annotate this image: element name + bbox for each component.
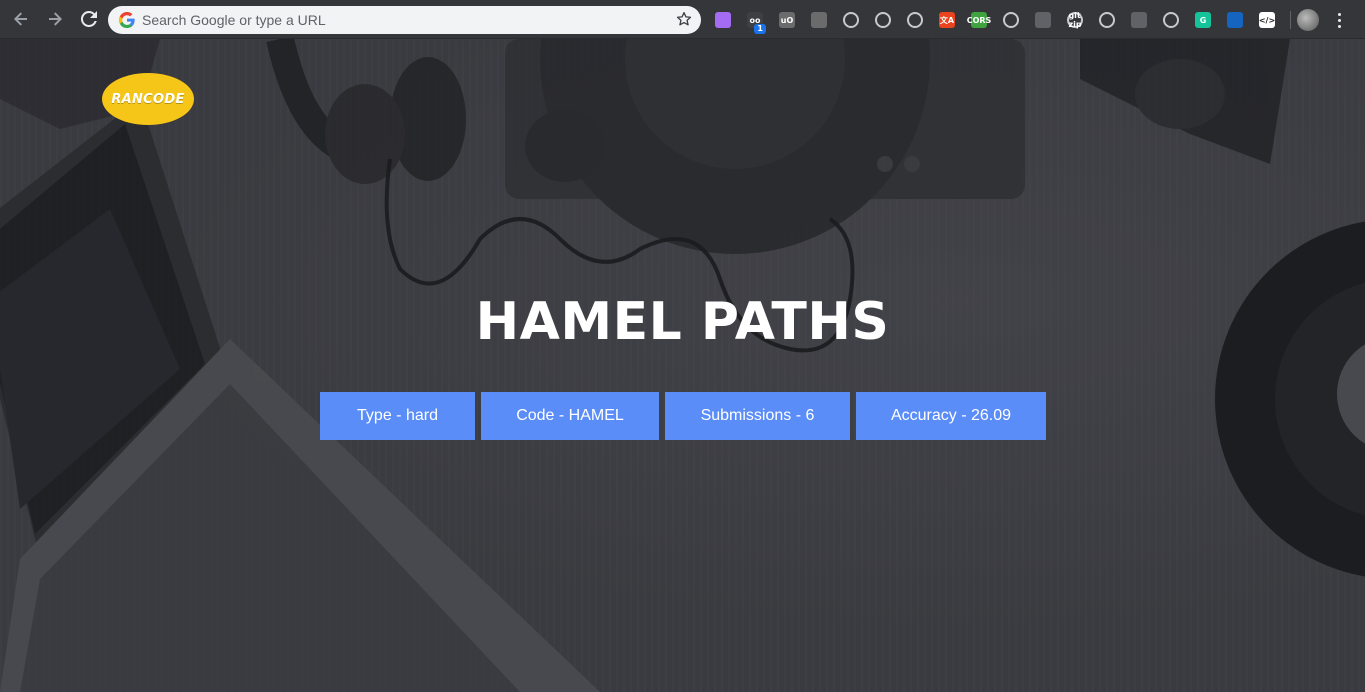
translate-icon: 文A <box>939 12 955 28</box>
download-button[interactable] <box>1032 9 1054 31</box>
globe-icon <box>1227 12 1243 28</box>
camera-button[interactable] <box>808 9 830 31</box>
back-button[interactable] <box>6 4 36 34</box>
react-icon <box>907 12 923 28</box>
problem-stats: Type - hard Code - HAMEL Submissions - 6… <box>320 392 1046 440</box>
cors-button[interactable]: CORS <box>967 9 991 31</box>
page-content: RANCODE HAMEL PATHS Type - hard Code - H… <box>0 39 1365 692</box>
eyedropper-icon <box>843 12 859 28</box>
browser-toolbar: oo1 uO 文A CORS git zip G </> <box>0 0 1365 39</box>
ublock-button[interactable]: uO <box>776 9 798 31</box>
mask-button[interactable] <box>1160 9 1182 31</box>
globe-button[interactable] <box>1224 9 1246 31</box>
cors-icon: CORS <box>967 12 991 28</box>
code-icon: </> <box>1259 12 1275 28</box>
ublock-icon: uO <box>779 12 795 28</box>
bookmark-star-icon[interactable] <box>676 11 692 27</box>
toolbar-separator <box>1290 11 1291 29</box>
speaker-illustration <box>1080 39 1290 164</box>
rancode-logo[interactable]: RANCODE <box>102 73 194 125</box>
background-image <box>0 39 1365 692</box>
eyedropper-button[interactable] <box>840 9 862 31</box>
translate-button[interactable]: 文A <box>936 9 958 31</box>
clock-button[interactable] <box>1128 9 1150 31</box>
forward-button[interactable] <box>40 4 70 34</box>
extensions-bar: oo 1 uO 文A CORS git zip G </> <box>712 7 1347 34</box>
git-zip-button[interactable]: git zip <box>1064 9 1086 31</box>
forward-arrow-icon <box>49 12 62 26</box>
extension-badge: 1 <box>754 24 766 34</box>
google-icon <box>119 12 135 28</box>
submissions-button[interactable]: Submissions - 6 <box>665 392 850 440</box>
download-icon <box>1035 12 1051 28</box>
back-arrow-icon <box>14 12 27 26</box>
extension-1-icon <box>715 12 731 28</box>
git-zip-icon: git zip <box>1067 11 1083 29</box>
gear-icon <box>1099 12 1115 28</box>
browser-menu-icon[interactable] <box>1331 9 1347 31</box>
reload-icon <box>81 11 97 27</box>
mask-icon <box>1163 12 1179 28</box>
headphones-illustration <box>266 39 466 184</box>
react-button[interactable] <box>904 9 926 31</box>
cookie-icon <box>1003 12 1019 28</box>
turntable-illustration <box>505 39 1025 254</box>
omnibox[interactable] <box>108 6 701 34</box>
target-icon <box>875 12 891 28</box>
accuracy-button[interactable]: Accuracy - 26.09 <box>856 392 1046 440</box>
gear-button[interactable] <box>1096 9 1118 31</box>
type-button[interactable]: Type - hard <box>320 392 475 440</box>
grammarly-icon: G <box>1195 12 1211 28</box>
cookie-button[interactable] <box>1000 9 1022 31</box>
grammarly-button[interactable]: G <box>1192 9 1214 31</box>
logo-text: RANCODE <box>111 91 185 107</box>
code-button[interactable]: Code - HAMEL <box>481 392 659 440</box>
camera-icon <box>811 12 827 28</box>
vinyl-record-illustration <box>1215 221 1365 577</box>
reload-button[interactable] <box>74 4 104 34</box>
page-title: HAMEL PATHS <box>475 292 890 352</box>
omnibox-input[interactable] <box>142 8 662 32</box>
code-button[interactable]: </> <box>1256 9 1278 31</box>
extension-2-button[interactable]: oo 1 <box>744 9 766 34</box>
extension-1-button[interactable] <box>712 9 734 31</box>
clock-icon <box>1131 12 1147 28</box>
target-button[interactable] <box>872 9 894 31</box>
profile-avatar[interactable] <box>1297 9 1319 31</box>
